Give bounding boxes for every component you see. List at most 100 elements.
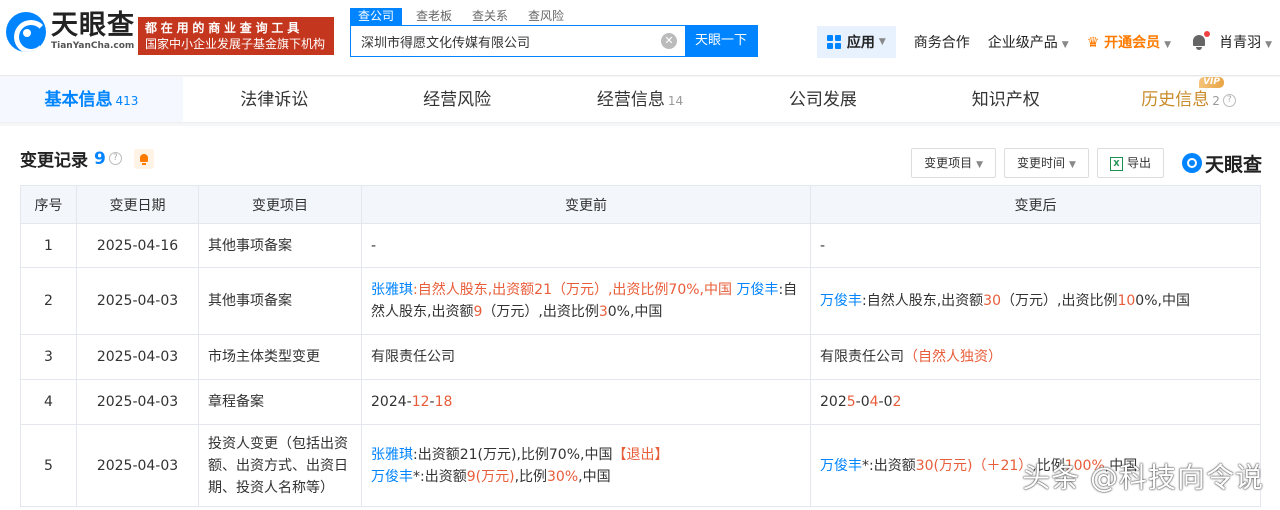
- investor-link[interactable]: 张雅琪: [371, 447, 413, 463]
- vip-badge: VIP: [1199, 77, 1225, 88]
- investor-link[interactable]: 张雅琪: [371, 282, 413, 298]
- change-value: 12: [411, 394, 430, 410]
- cell-after: 有限责任公司（自然人独资）: [810, 334, 1261, 380]
- change-text: 0%,中国: [607, 304, 663, 320]
- search-tab-boss[interactable]: 查老板: [416, 8, 452, 25]
- caret-down-icon: ▼: [1164, 40, 1172, 50]
- clear-icon[interactable]: ✕: [661, 33, 677, 49]
- cell-no: 4: [20, 379, 77, 425]
- tab-count: 413: [115, 94, 139, 108]
- change-text: -0: [855, 394, 870, 410]
- change-value: 10: [1117, 293, 1136, 309]
- caret-down-icon: ▼: [878, 37, 886, 47]
- filter-time-label: 变更时间: [1017, 156, 1066, 170]
- search-button[interactable]: 天眼一下: [685, 26, 757, 56]
- filter-item-button[interactable]: 变更项目 ▼: [911, 148, 997, 178]
- cell-item: 市场主体类型变更: [198, 334, 362, 380]
- nav-enterprise-label: 企业级产品: [987, 35, 1058, 51]
- logo-text: 天眼查: [51, 10, 135, 41]
- logo[interactable]: 天眼查 TianYanCha.com: [6, 12, 135, 52]
- change-value: 18: [434, 394, 453, 410]
- exit-tag: 【退出】: [612, 446, 669, 463]
- tab-basic-info[interactable]: 基本信息 413: [0, 77, 183, 122]
- investor-link[interactable]: 万俊丰: [371, 469, 413, 485]
- panel-count: 9: [94, 148, 106, 169]
- change-text: 2024-: [371, 394, 412, 410]
- change-text: :自然人股东,出资额: [862, 293, 984, 309]
- change-value: 30%: [547, 468, 579, 485]
- search-tab-company[interactable]: 查公司: [350, 8, 403, 25]
- tab-ip[interactable]: 知识产权: [914, 77, 1097, 122]
- change-value: 3: [598, 304, 608, 320]
- table-row: 3 2025-04-03 市场主体类型变更 有限责任公司 有限责任公司（自然人独…: [20, 334, 1261, 380]
- tab-development[interactable]: 公司发展: [731, 77, 914, 122]
- crown-icon: ♛: [1086, 35, 1100, 51]
- brand-watermark: 天眼查: [1181, 150, 1262, 177]
- cell-after: 2025-04-02: [810, 379, 1261, 425]
- cell-after: -: [810, 223, 1261, 268]
- investor-link[interactable]: 万俊丰: [736, 282, 778, 298]
- tab-label: 知识产权: [971, 90, 1040, 110]
- search-tab-risk[interactable]: 查风险: [528, 8, 564, 25]
- change-text: 0%,中国: [1135, 293, 1190, 309]
- cell-date: 2025-04-03: [76, 267, 199, 335]
- change-text: （万元）,出资比例: [482, 304, 599, 320]
- cell-date: 2025-04-03: [76, 424, 199, 507]
- cell-no: 1: [20, 223, 77, 268]
- cell-after: 万俊丰:自然人股东,出资额30（万元）,出资比例100%,中国: [810, 267, 1261, 335]
- tab-risk[interactable]: 经营风险: [366, 77, 549, 122]
- search-input[interactable]: [351, 26, 661, 56]
- tab-label: 公司发展: [788, 90, 857, 110]
- investor-link[interactable]: 万俊丰: [820, 458, 862, 474]
- nav-vip-label: 开通会员: [1104, 35, 1161, 51]
- col-header-item: 变更项目: [198, 185, 362, 224]
- cell-item: 章程备案: [198, 379, 362, 425]
- tab-history[interactable]: VIP 历史信息 2?: [1097, 77, 1280, 122]
- excel-icon: X: [1109, 156, 1123, 171]
- caret-down-icon: ▼: [976, 160, 984, 170]
- slogan-line1: 都在用的商业查询工具: [145, 21, 304, 35]
- monitor-bell-icon[interactable]: [133, 148, 154, 169]
- slogan-line2: 国家中小企业发展子基金旗下机构: [145, 37, 326, 51]
- nav-business[interactable]: 商务合作: [914, 32, 970, 52]
- col-header-date: 变更日期: [76, 185, 199, 224]
- help-icon[interactable]: ?: [108, 152, 122, 165]
- slogan-banner: 都在用的商业查询工具 国家中小企业发展子基金旗下机构: [138, 17, 334, 55]
- tab-legal[interactable]: 法律诉讼: [183, 77, 366, 122]
- change-value: 2: [892, 394, 902, 410]
- search-tabs: 查公司 查老板 查关系 查风险: [350, 8, 758, 25]
- tab-count: 14: [667, 94, 684, 108]
- change-text: 有限责任公司: [820, 349, 904, 365]
- change-value: 4: [869, 394, 879, 410]
- tab-operation[interactable]: 经营信息 14: [549, 77, 732, 122]
- app-label: 应用: [846, 35, 875, 51]
- change-text: ,中国: [578, 468, 611, 485]
- change-text: 202: [820, 394, 847, 410]
- app-menu-button[interactable]: 应用 ▼: [816, 26, 896, 58]
- change-value: （自然人独资）: [904, 349, 1002, 365]
- panel-header: 变更记录 9 ?: [20, 146, 154, 171]
- change-text: *:出资额: [862, 457, 916, 474]
- nav-enterprise[interactable]: 企业级产品 ▼: [988, 32, 1069, 52]
- change-text: :自然人股东,出资额21（万元）,出资比例70%,中国: [413, 282, 732, 298]
- nav-vip[interactable]: ♛ 开通会员 ▼: [1087, 32, 1171, 52]
- logo-eye-icon: [1181, 153, 1202, 173]
- help-icon[interactable]: ?: [1222, 93, 1236, 107]
- change-value: 5: [846, 394, 856, 410]
- tab-label: 历史信息: [1141, 90, 1210, 110]
- caret-down-icon: ▼: [1061, 40, 1069, 50]
- change-value: 9(万元): [466, 468, 515, 485]
- change-text: ,比例: [514, 468, 548, 485]
- search-tab-relation[interactable]: 查关系: [472, 8, 508, 25]
- investor-link[interactable]: 万俊丰: [820, 293, 862, 309]
- notification-bell-icon[interactable]: [1191, 31, 1211, 50]
- cell-item: 其他事项备案: [198, 223, 362, 268]
- col-header-before: 变更前: [361, 185, 811, 224]
- panel-tools: 变更项目 ▼ 变更时间 ▼ X 导出 天眼查: [903, 148, 1262, 178]
- export-button[interactable]: X 导出: [1096, 148, 1164, 178]
- user-menu[interactable]: 肖青羽 ▼: [1219, 32, 1272, 52]
- table-row: 4 2025-04-03 章程备案 2024-12-18 2025-04-02: [20, 379, 1261, 425]
- filter-time-button[interactable]: 变更时间 ▼: [1004, 148, 1089, 178]
- grid-icon: [826, 35, 841, 49]
- cell-no: 3: [20, 334, 77, 380]
